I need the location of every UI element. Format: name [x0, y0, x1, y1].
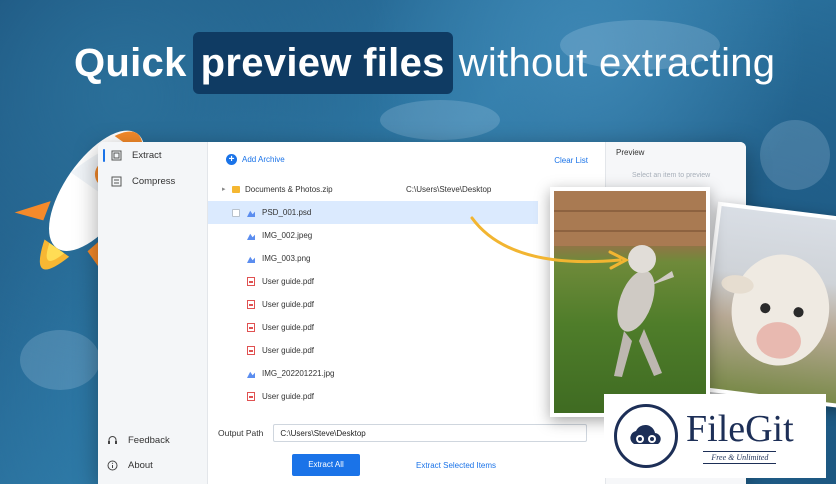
headset-icon	[106, 434, 118, 446]
output-path-label: Output Path	[218, 428, 264, 438]
foam-texture	[20, 330, 100, 390]
archive-path: C:\Users\Steve\Desktop	[406, 184, 492, 194]
sidebar-item-label: Extract	[132, 149, 162, 161]
clear-list-button[interactable]: Clear List	[554, 156, 588, 165]
file-row[interactable]: User guide.pdf	[208, 316, 538, 339]
add-archive-button[interactable]: + Add Archive	[226, 154, 285, 165]
add-archive-label: Add Archive	[242, 155, 285, 164]
file-row[interactable]: User guide.pdf	[208, 339, 538, 362]
extract-icon	[110, 149, 122, 161]
image-file-icon	[247, 371, 255, 378]
file-name: IMG_202201221.jpg	[262, 369, 335, 378]
image-file-icon	[247, 210, 255, 217]
archive-row[interactable]: ▸ Documents & Photos.zip C:\Users\Steve\…	[222, 182, 552, 196]
headline: Quick preview files without extracting	[74, 32, 775, 94]
file-row[interactable]: User guide.pdf	[208, 293, 538, 316]
file-name: User guide.pdf	[262, 300, 315, 309]
compress-icon	[110, 175, 122, 187]
preview-hint: Select an item to preview	[632, 172, 711, 179]
extract-selected-button[interactable]: Extract Selected Items	[416, 461, 496, 470]
file-name: User guide.pdf	[262, 346, 315, 355]
file-name: IMG_003.png	[262, 254, 311, 263]
sidebar-item-feedback[interactable]: Feedback	[106, 434, 170, 446]
watermark-name: FileGit	[686, 407, 794, 450]
cloud-logo-icon	[614, 404, 678, 468]
sidebar-item-label: About	[128, 459, 153, 471]
file-name: IMG_002.jpeg	[262, 231, 313, 240]
pdf-file-icon	[247, 323, 255, 332]
folder-icon	[232, 185, 240, 193]
info-icon	[106, 459, 118, 471]
foam-texture	[380, 100, 500, 140]
checkbox[interactable]	[232, 208, 240, 217]
active-indicator	[103, 149, 105, 162]
file-name: User guide.pdf	[262, 323, 315, 332]
headline-highlight: preview files	[192, 32, 453, 94]
sidebar-item-about[interactable]: About	[106, 459, 153, 471]
file-name: User guide.pdf	[262, 277, 315, 286]
sheep-photo	[694, 201, 836, 409]
pdf-file-icon	[247, 392, 255, 401]
preview-title: Preview	[616, 148, 645, 157]
curved-arrow-icon	[470, 216, 630, 270]
sidebar-item-compress[interactable]: Compress	[110, 175, 175, 187]
output-row: Output Path	[218, 424, 588, 442]
sidebar-item-extract[interactable]: Extract	[110, 149, 162, 161]
filegit-watermark: FileGit Free & Unlimited	[604, 394, 826, 478]
file-row[interactable]: IMG_202201221.jpg	[208, 362, 538, 385]
image-file-icon	[247, 256, 255, 263]
sheep-image	[699, 206, 836, 404]
chevron-right-icon[interactable]: ▸	[222, 185, 232, 193]
sidebar-item-label: Compress	[132, 175, 176, 187]
file-row[interactable]: User guide.pdf	[208, 385, 538, 408]
watermark-tagline: Free & Unlimited	[703, 450, 777, 464]
plus-icon: +	[226, 154, 237, 165]
pdf-file-icon	[247, 300, 255, 309]
file-name: User guide.pdf	[262, 392, 315, 401]
file-name: PSD_001.psd	[262, 208, 312, 217]
main-panel: + Add Archive Clear List ▸ Documents & P…	[208, 142, 687, 484]
headline-word: Quick	[74, 40, 187, 85]
pdf-file-icon	[247, 346, 255, 355]
extract-all-button[interactable]: Extract All	[292, 454, 360, 476]
archive-name: Documents & Photos.zip	[245, 184, 333, 194]
headline-rest: without extracting	[458, 40, 776, 85]
sidebar: Extract Compress Feedback About	[98, 142, 208, 484]
image-file-icon	[247, 233, 255, 240]
pdf-file-icon	[247, 277, 255, 286]
sidebar-item-label: Feedback	[128, 434, 170, 446]
output-path-input[interactable]	[273, 424, 588, 442]
foam-texture	[760, 120, 830, 190]
